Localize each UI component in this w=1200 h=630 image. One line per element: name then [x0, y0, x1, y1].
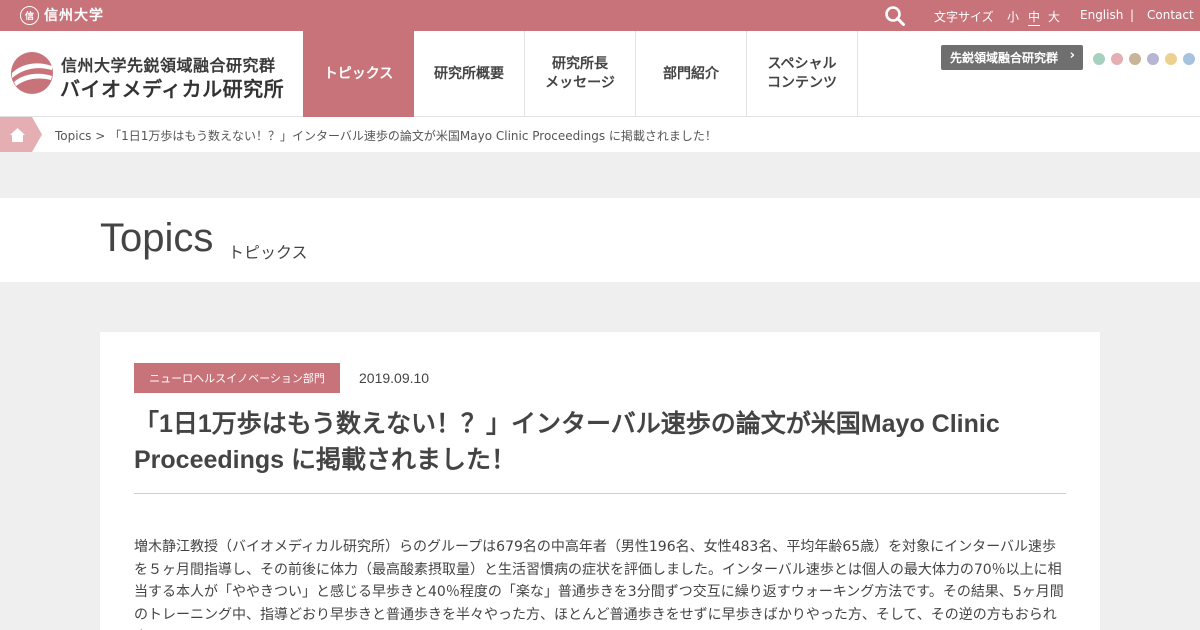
link-separator: |: [1130, 8, 1135, 22]
font-size-small-button[interactable]: 小: [1007, 8, 1019, 25]
page-title: Topics: [100, 216, 214, 260]
nav-divisions-label: 部門紹介: [663, 65, 719, 82]
chevron-right-icon: ›: [1069, 48, 1075, 63]
page-subtitle: トピックス: [228, 243, 308, 262]
nav-director-message-label: 研究所長 メッセージ: [545, 56, 615, 91]
cluster-link-button[interactable]: 先鋭領域融合研究群 ›: [941, 45, 1083, 70]
home-icon[interactable]: [0, 117, 42, 152]
article-body: 増木静江教授（バイオメディカル研究所）らのグループは679名の中高年者（男性19…: [134, 539, 1064, 630]
contact-link[interactable]: Contact: [1147, 8, 1194, 22]
english-link[interactable]: English: [1080, 8, 1123, 22]
nav-topics-label: トピックス: [323, 65, 394, 82]
nav-special-content[interactable]: スペシャル コンテンツ: [747, 31, 858, 117]
division-color-dot[interactable]: [1183, 53, 1195, 65]
nav-topics[interactable]: トピックス: [303, 31, 414, 117]
nav-divisions[interactable]: 部門紹介: [636, 31, 747, 117]
cluster-link-label: 先鋭領域融合研究群: [950, 51, 1059, 65]
division-color-dot[interactable]: [1165, 53, 1177, 65]
title-divider: [134, 493, 1066, 494]
logo-title-line2[interactable]: バイオメディカル研究所: [60, 73, 284, 102]
university-emblem-icon: 信: [20, 5, 39, 25]
division-color-dot[interactable]: [1111, 53, 1123, 65]
institute-logo-icon[interactable]: [10, 51, 54, 95]
article-date: 2019.09.10: [359, 370, 430, 386]
university-name: 信州大学: [44, 8, 104, 24]
page-title-band: Topics トピックス: [0, 198, 1200, 282]
breadcrumb-trail[interactable]: Topics > 「1日1万歩はもう数えない！？」インターバル速歩の論文が米国M…: [55, 127, 717, 144]
category-badge[interactable]: ニューロヘルスイノベーション部門: [134, 363, 340, 393]
font-size-medium-button[interactable]: 中: [1028, 8, 1041, 26]
article-title: 「1日1万歩はもう数えない！？」インターバル速歩の論文が米国Mayo Clini…: [134, 410, 1000, 474]
nav-director-message[interactable]: 研究所長 メッセージ: [525, 31, 636, 117]
nav-overview-label: 研究所概要: [434, 65, 504, 82]
search-icon[interactable]: [884, 5, 906, 27]
article-card: ニューロヘルスイノベーション部門 2019.09.10 「1日1万歩はもう数えな…: [100, 332, 1100, 630]
nav-special-content-label: スペシャル コンテンツ: [767, 56, 837, 91]
division-color-dot[interactable]: [1129, 53, 1141, 65]
breadcrumb: Topics > 「1日1万歩はもう数えない！？」インターバル速歩の論文が米国M…: [0, 117, 1200, 152]
font-size-large-button[interactable]: 大: [1048, 8, 1060, 25]
site-header: 信州大学先鋭領域融合研究群 バイオメディカル研究所 トピックス 研究所概要 研究…: [0, 31, 1200, 117]
university-link[interactable]: 信 信州大学: [20, 5, 104, 25]
font-size-label: 文字サイズ: [934, 10, 994, 24]
nav-overview[interactable]: 研究所概要: [414, 31, 525, 117]
division-color-dot[interactable]: [1147, 53, 1159, 65]
division-color-dot[interactable]: [1093, 53, 1105, 65]
top-utility-bar: 信 信州大学 文字サイズ 小 中 大 English | Contact: [0, 0, 1200, 31]
